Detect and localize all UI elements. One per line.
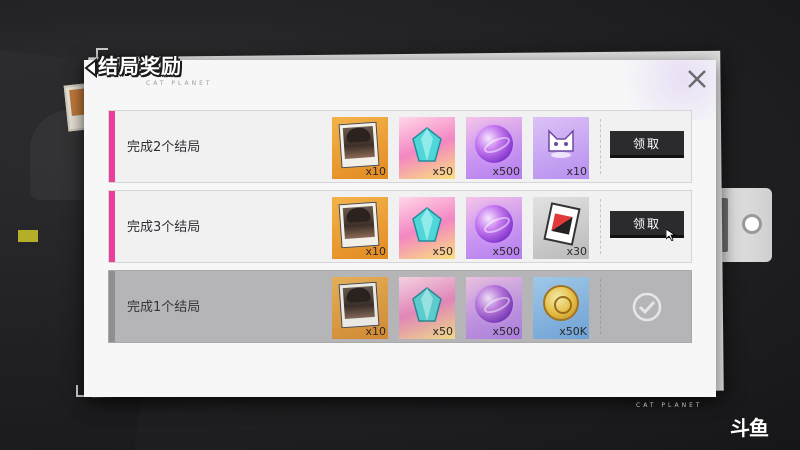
reward-item[interactable]: x50K	[533, 277, 589, 339]
reward-item[interactable]: x50	[399, 117, 455, 179]
row-accent-bar	[109, 111, 115, 182]
row-divider	[600, 119, 601, 174]
reward-item[interactable]: x10	[332, 197, 388, 259]
reward-count: x30	[566, 245, 587, 258]
background-yellow-accent	[18, 230, 38, 242]
character-card-icon	[338, 281, 380, 329]
dialog-footer-text: CAT PLANET	[636, 402, 703, 409]
row-accent-bar	[109, 191, 115, 262]
side-tab-button[interactable]	[742, 214, 762, 234]
row-divider	[600, 199, 601, 254]
reward-item[interactable]: x10	[533, 117, 589, 179]
reward-row-3-endings: 完成3个结局 x10 x50 x500 x30 领取	[108, 190, 692, 263]
reward-row-2-endings: 完成2个结局 x10 x50 x500 x10 领取	[108, 110, 692, 183]
reward-item[interactable]: x500	[466, 197, 522, 259]
purple-orb-icon	[475, 205, 513, 243]
claimed-check-icon	[632, 292, 662, 322]
reward-count: x10	[566, 165, 587, 178]
reward-item[interactable]: x10	[332, 277, 388, 339]
reward-count: x10	[365, 245, 386, 258]
row-label: 完成3个结局	[127, 220, 201, 235]
reward-item[interactable]: x50	[399, 277, 455, 339]
reward-item[interactable]: x10	[332, 117, 388, 179]
reward-count: x50	[432, 165, 453, 178]
reward-count: x50K	[559, 325, 587, 338]
reward-item[interactable]: x500	[466, 117, 522, 179]
mouse-cursor-icon	[666, 229, 676, 241]
dialog-subtitle: CAT PLANET	[146, 80, 213, 87]
reward-item[interactable]: x50	[399, 197, 455, 259]
reward-count: x500	[492, 245, 520, 258]
blue-crystal-icon	[412, 127, 442, 162]
blue-crystal-icon	[412, 207, 442, 242]
reward-item[interactable]: x500	[466, 277, 522, 339]
cat-avatar-icon	[548, 129, 574, 158]
reward-count: x50	[432, 245, 453, 258]
close-icon[interactable]	[683, 65, 711, 93]
reward-count: x10	[365, 325, 386, 338]
blue-crystal-icon	[412, 287, 442, 322]
character-card-icon	[338, 121, 380, 169]
douyu-watermark: 斗鱼	[730, 416, 769, 440]
reward-count: x500	[492, 325, 520, 338]
reward-count: x500	[492, 165, 520, 178]
reward-item[interactable]: x30	[533, 197, 589, 259]
dialog-title: 结局奖励	[98, 54, 182, 78]
red-card-icon	[543, 202, 581, 246]
claim-button[interactable]: 领取	[610, 131, 684, 158]
gold-coin-icon	[543, 285, 579, 321]
purple-orb-icon	[475, 285, 513, 323]
purple-orb-icon	[475, 125, 513, 163]
character-card-icon	[338, 201, 380, 249]
row-label: 完成2个结局	[127, 140, 201, 155]
reward-count: x10	[365, 165, 386, 178]
reward-row-1-ending: 完成1个结局 x10 x50 x500 x50K	[108, 270, 692, 343]
row-divider	[600, 279, 601, 334]
row-accent-bar	[109, 271, 115, 342]
reward-count: x50	[432, 325, 453, 338]
row-label: 完成1个结局	[127, 300, 201, 315]
